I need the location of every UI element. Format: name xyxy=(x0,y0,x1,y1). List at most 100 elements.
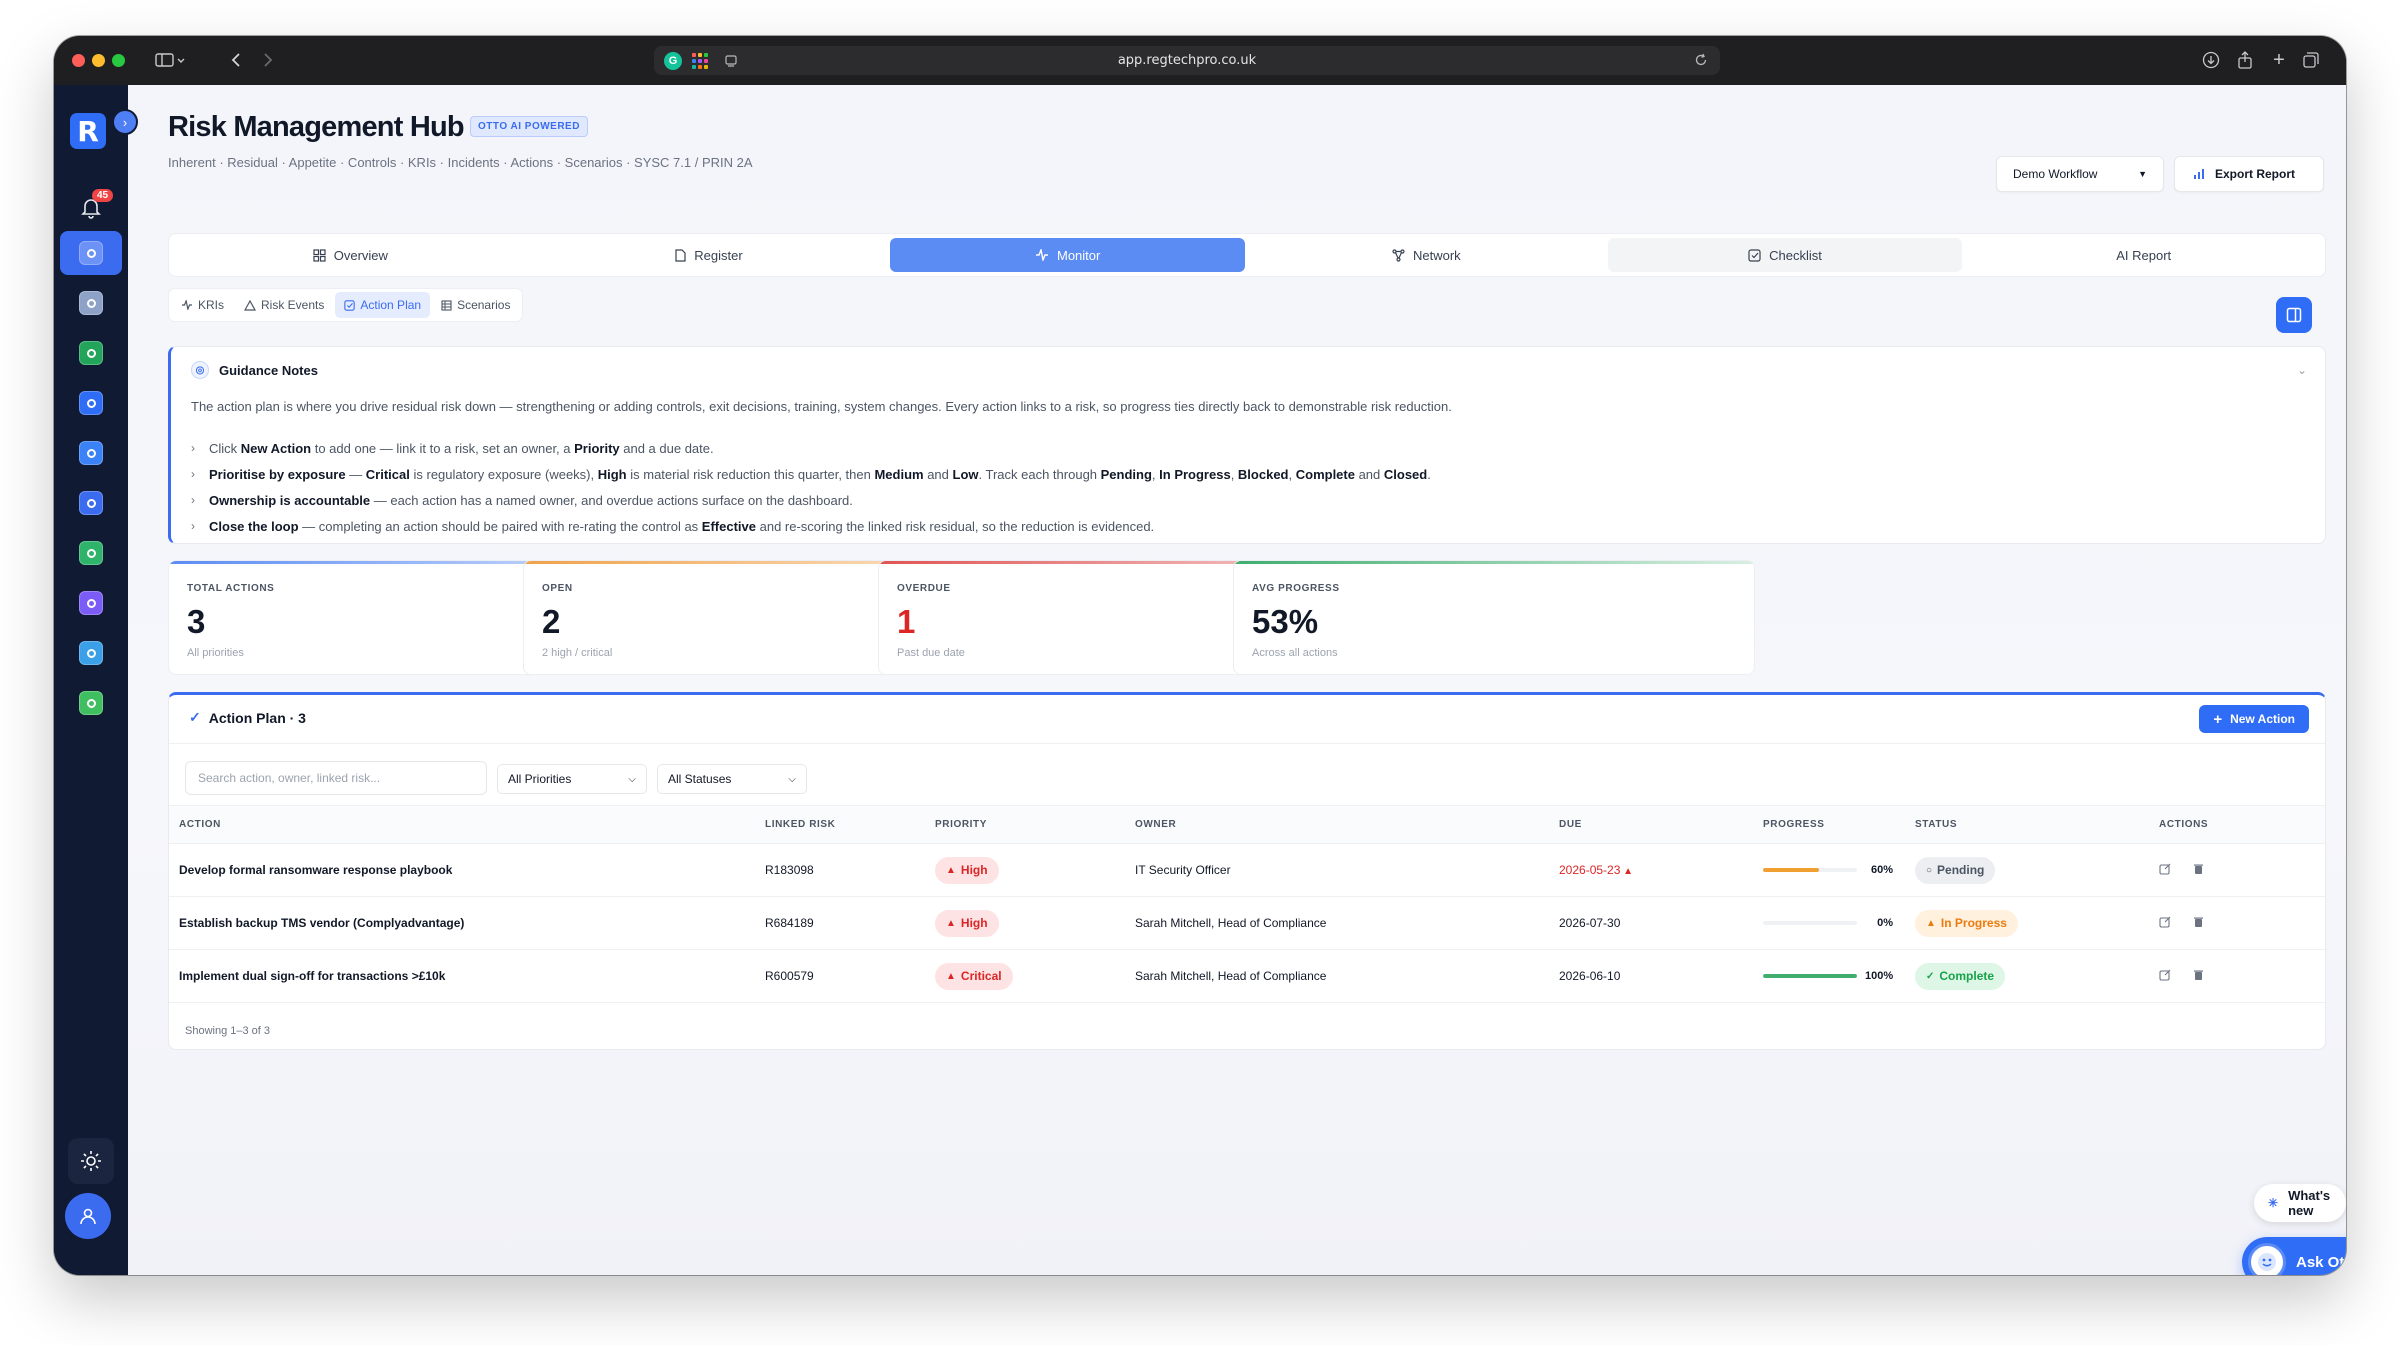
reload-icon[interactable] xyxy=(1694,53,1708,72)
minimize-window-button[interactable] xyxy=(92,54,105,67)
priority-label: Critical xyxy=(960,969,1002,983)
export-report-button[interactable]: Export Report xyxy=(2174,156,2324,192)
new-action-label: New Action xyxy=(2230,712,2295,726)
status-badge: ✓ Complete xyxy=(1915,962,2006,990)
tab-register[interactable]: Register xyxy=(532,238,887,272)
side-panel-toggle-button[interactable] xyxy=(2276,297,2312,333)
linked-risk[interactable]: R600579 xyxy=(765,949,935,1003)
stat-note: Across all actions xyxy=(1252,647,1338,659)
delete-icon[interactable] xyxy=(2193,863,2204,878)
subtab-kris[interactable]: KRIs xyxy=(172,292,233,318)
workflow-select[interactable]: Demo Workflow ▼ xyxy=(1996,156,2164,192)
table-row[interactable]: Develop formal ransomware response playb… xyxy=(169,843,2325,897)
user-avatar[interactable] xyxy=(65,1193,111,1239)
stat-value: 1 xyxy=(897,603,916,640)
delete-icon[interactable] xyxy=(2193,969,2204,984)
bank-icon xyxy=(79,541,103,565)
guidance-intro: The action plan is where you drive resid… xyxy=(191,399,1452,414)
action-plan-title: Action Plan · 3 xyxy=(208,709,306,726)
tab-overview-icon[interactable] xyxy=(2300,47,2322,73)
owner: IT Security Officer xyxy=(1135,843,1559,897)
sidebar-nav-item[interactable] xyxy=(60,231,122,275)
address-bar[interactable]: G app.regtechpro.co.uk xyxy=(654,46,1720,75)
guidance-item: › Ownership is accountable — each action … xyxy=(191,487,1431,513)
priority-filter-select[interactable]: All Priorities ⌵ xyxy=(497,764,647,794)
downloads-icon[interactable] xyxy=(2200,47,2222,73)
sidebar-nav-item[interactable] xyxy=(60,431,122,475)
apps-grid-icon[interactable] xyxy=(692,53,708,69)
search-input[interactable] xyxy=(185,761,487,795)
tab-overview[interactable]: Overview xyxy=(173,238,528,272)
status-label: In Progress xyxy=(1940,916,2007,930)
subtab-scenarios[interactable]: Scenarios xyxy=(432,292,519,318)
chevron-down-icon: ⌵ xyxy=(628,773,636,785)
divider xyxy=(169,743,2325,744)
action-name: Establish backup TMS vendor (Complyadvan… xyxy=(169,896,765,950)
chevron-down-icon[interactable]: ⌄ xyxy=(2297,363,2307,377)
priority-cell: ▲ Critical xyxy=(935,949,1135,1003)
ask-otto-label: Ask Otto xyxy=(2296,1253,2346,1271)
stat-label: OPEN xyxy=(542,583,573,594)
status-label: Complete xyxy=(1939,969,1995,983)
status-cell: ○ Pending xyxy=(1915,843,2159,897)
sidebar-nav-item[interactable] xyxy=(60,531,122,575)
action-name: Implement dual sign-off for transactions… xyxy=(169,949,765,1003)
theme-toggle-button[interactable] xyxy=(68,1138,114,1184)
sidebar-nav-item[interactable] xyxy=(60,281,122,325)
sidebar-nav-item[interactable] xyxy=(60,381,122,425)
activity-icon xyxy=(1036,249,1048,261)
tab-network[interactable]: Network xyxy=(1249,238,1604,272)
warning-icon: ▲ xyxy=(946,970,956,982)
sidebar-nav-item[interactable] xyxy=(60,331,122,375)
grammarly-icon[interactable]: G xyxy=(664,52,682,70)
status-filter-select[interactable]: All Statuses ⌵ xyxy=(657,764,807,794)
sidebar-nav-item[interactable] xyxy=(60,581,122,625)
tab-ai-report[interactable]: AI Report xyxy=(1966,238,2321,272)
status-icon: ○ xyxy=(1926,864,1933,876)
table-row[interactable]: Implement dual sign-off for transactions… xyxy=(169,949,2325,1003)
guidance-item-text: Ownership is accountable — each action h… xyxy=(209,492,853,508)
back-icon[interactable] xyxy=(224,47,248,73)
linked-risk[interactable]: R684189 xyxy=(765,896,935,950)
ask-otto-button[interactable]: Ask Otto xyxy=(2242,1237,2346,1275)
close-window-button[interactable] xyxy=(72,54,85,67)
progress-fill xyxy=(1763,974,1857,978)
sidebar-nav-item[interactable] xyxy=(60,631,122,675)
edit-icon[interactable] xyxy=(2159,969,2171,984)
action-table: ACTION LINKED RISK PRIORITY OWNER DUE PROGRES… xyxy=(169,805,2325,1003)
warning-icon: ▲ xyxy=(946,864,956,876)
sidebar-nav-item[interactable] xyxy=(60,681,122,725)
shield-check-icon xyxy=(79,241,103,265)
tab-checklist[interactable]: Checklist xyxy=(1607,238,1963,272)
whats-new-button[interactable]: ✳ What's new xyxy=(2254,1184,2346,1222)
subtab-action-plan[interactable]: Action Plan xyxy=(335,292,431,318)
share-icon[interactable] xyxy=(2234,47,2256,73)
app-logo[interactable]: R xyxy=(70,113,106,149)
info-icon: ◎ xyxy=(191,361,209,379)
edit-icon[interactable] xyxy=(2159,863,2171,878)
maximize-window-button[interactable] xyxy=(112,54,125,67)
forward-icon[interactable] xyxy=(256,47,280,73)
linked-risk[interactable]: R183098 xyxy=(765,843,935,897)
new-tab-icon[interactable]: + xyxy=(2268,47,2290,73)
expand-sidebar-button[interactable]: › xyxy=(112,109,138,135)
guidance-header[interactable]: ◎ Guidance Notes xyxy=(191,361,318,379)
new-action-button[interactable]: + New Action xyxy=(2199,705,2309,733)
subtab-risk-events[interactable]: Risk Events xyxy=(235,292,333,318)
edit-icon[interactable] xyxy=(2159,916,2171,931)
due-date: 2026-07-30 xyxy=(1559,916,1621,930)
sidebar-toggle-icon[interactable] xyxy=(150,47,190,73)
sun-icon xyxy=(81,1151,101,1171)
delete-icon[interactable] xyxy=(2193,916,2204,931)
table-row[interactable]: Establish backup TMS vendor (Complyadvan… xyxy=(169,896,2325,950)
progress-bar xyxy=(1763,921,1857,925)
guidance-item-text: Close the loop — completing an action sh… xyxy=(209,518,1155,534)
chevron-right-icon: › xyxy=(191,441,195,455)
column-header: ACTION xyxy=(169,805,765,844)
due-cell: 2026-06-10 xyxy=(1559,949,1763,1003)
row-actions xyxy=(2159,949,2325,1003)
page-settings-icon[interactable] xyxy=(724,54,738,73)
priority-cell: ▲ High xyxy=(935,843,1135,897)
sidebar-nav-item[interactable] xyxy=(60,481,122,525)
tab-monitor[interactable]: Monitor xyxy=(890,238,1246,272)
